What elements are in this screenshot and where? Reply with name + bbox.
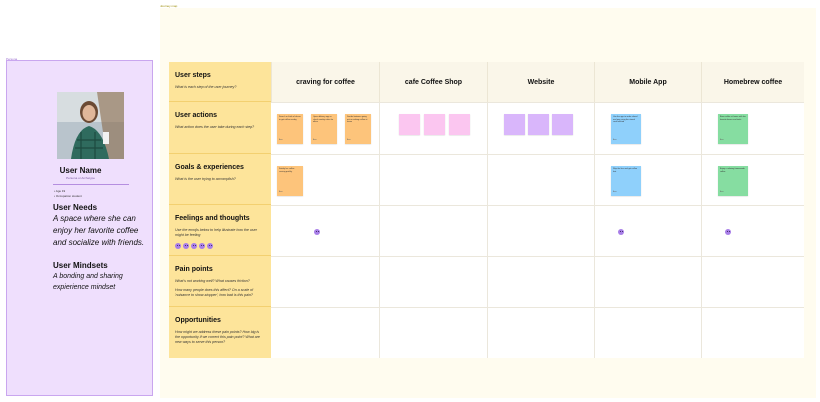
sticky-note[interactable]: Brew coffee at home with her favorite be… <box>718 114 748 144</box>
row-title: Pain points <box>175 266 213 273</box>
row-subtitle: What action does the user take during ea… <box>175 125 255 129</box>
grid-line <box>271 256 804 257</box>
sticky-note[interactable]: Satisfy her coffee craving quickly Ana <box>277 166 303 196</box>
emoji-sad-icon[interactable] <box>199 243 205 249</box>
user-needs-heading: User Needs <box>53 203 98 212</box>
sticky-note[interactable] <box>424 114 445 135</box>
sticky-text: Brew coffee at home with her favorite be… <box>720 116 746 121</box>
sticky-author: Ana <box>313 139 317 142</box>
column-header[interactable]: Mobile App <box>594 62 701 102</box>
sticky-note[interactable]: Skip the line and get coffee fast Ana <box>611 166 641 196</box>
row-title: Opportunities <box>175 317 221 324</box>
emoji-neutral-icon[interactable] <box>191 243 197 249</box>
grid-line <box>271 102 804 103</box>
sticky-note[interactable] <box>504 114 525 135</box>
sticky-text: Enjoy a relaxing homemade coffee <box>720 168 745 173</box>
row-subtitle: Use the emojis below to help illustrate … <box>175 228 257 237</box>
user-mindsets-heading: User Mindsets <box>53 261 108 270</box>
grid-line <box>379 102 380 358</box>
grid-line <box>487 102 488 358</box>
feeling-emoji-icon[interactable] <box>314 229 320 235</box>
column-header[interactable]: cafe Coffee Shop <box>379 62 487 102</box>
sticky-note[interactable] <box>399 114 420 135</box>
sticky-text: Decide between going out or making coffe… <box>347 116 368 124</box>
sticky-text: Use the app to order ahead and pay using… <box>613 116 638 124</box>
row-title: Goals & experiences <box>175 164 244 171</box>
row-header-goals[interactable]: Goals & experiences What is the user try… <box>169 154 271 205</box>
feeling-emoji-icon[interactable] <box>725 229 731 235</box>
persona-divider <box>53 184 129 185</box>
avatar-photo-icon <box>57 92 124 159</box>
row-subtitle: How many people does this affect? On a s… <box>175 288 254 297</box>
column-header[interactable]: Homebrew coffee <box>701 62 804 102</box>
feeling-emoji-icon[interactable] <box>618 229 624 235</box>
emoji-smile-icon[interactable] <box>183 243 189 249</box>
journey-grid: craving for coffee cafe Coffee Shop Webs… <box>169 62 804 358</box>
sticky-note[interactable]: Decide between going out or making coffe… <box>345 114 371 144</box>
avatar[interactable] <box>57 92 124 159</box>
sticky-text: Search or think of where to get coffee n… <box>279 116 301 121</box>
persona-name: User Name <box>59 166 102 175</box>
row-subtitle: How might we address these pain points? … <box>175 330 260 344</box>
sticky-note[interactable] <box>449 114 470 135</box>
sticky-text: Open delivery app or check nearby cafes … <box>313 116 334 124</box>
user-mindsets-text: A bonding and sharing expierience mindse… <box>53 273 123 291</box>
persona-card: User Name Persona or Archetype Age 19 Oc… <box>6 60 153 396</box>
grid-line <box>271 205 804 206</box>
sticky-author: Ana <box>347 139 351 142</box>
persona-facts: Age 19 Occupation student <box>54 189 82 199</box>
sticky-note[interactable] <box>552 114 573 135</box>
row-title: User actions <box>175 112 218 119</box>
sticky-author: Ana <box>720 139 724 142</box>
sticky-note[interactable]: Use the app to order ahead and pay using… <box>611 114 641 144</box>
sticky-note[interactable]: Open delivery app or check nearby cafes … <box>311 114 337 144</box>
emoji-palette <box>175 243 265 249</box>
sticky-note[interactable] <box>528 114 549 135</box>
row-header-feelings[interactable]: Feelings and thoughts Use the emojis bel… <box>169 205 271 256</box>
sticky-author: Ana <box>613 191 617 194</box>
column-header[interactable]: craving for coffee <box>271 62 379 102</box>
row-title: User steps <box>175 72 211 79</box>
grid-line <box>701 102 702 358</box>
sticky-author: Ana <box>279 139 283 142</box>
sticky-note[interactable]: Enjoy a relaxing homemade coffee Ana <box>718 166 748 196</box>
column-header[interactable]: Website <box>487 62 594 102</box>
row-header-opportunities[interactable]: Opportunities How might we address these… <box>169 307 271 358</box>
row-header-pain-points[interactable]: Pain points What's not working well? Wha… <box>169 256 271 307</box>
emoji-angry-icon[interactable] <box>207 243 213 249</box>
sticky-author: Ana <box>613 139 617 142</box>
emoji-happy-icon[interactable] <box>175 243 181 249</box>
row-subtitle: What is each step of the user journey? <box>175 85 237 89</box>
row-subtitle: What's not working well? What causes fri… <box>175 279 250 283</box>
grid-line <box>271 154 804 155</box>
grid-line <box>594 102 595 358</box>
sticky-author: Ana <box>279 191 283 194</box>
user-needs-text: A space where she can enjoy her favorite… <box>53 214 145 247</box>
row-title: Feelings and thoughts <box>175 215 250 222</box>
row-header-user-actions[interactable]: User actions What action does the user t… <box>169 102 271 154</box>
persona-fact-occupation: Occupation student <box>54 194 82 199</box>
sticky-text: Skip the line and get coffee fast <box>613 168 638 173</box>
persona-title: Persona or Archetype <box>66 176 95 180</box>
row-header-user-steps[interactable]: User steps What is each step of the user… <box>169 62 271 102</box>
row-subtitle: What is the user trying to accomplish? <box>175 177 236 181</box>
sticky-note[interactable]: Search or think of where to get coffee n… <box>277 114 303 144</box>
sticky-text: Satisfy her coffee craving quickly <box>279 168 295 173</box>
sticky-author: Ana <box>720 191 724 194</box>
grid-line <box>271 307 804 308</box>
